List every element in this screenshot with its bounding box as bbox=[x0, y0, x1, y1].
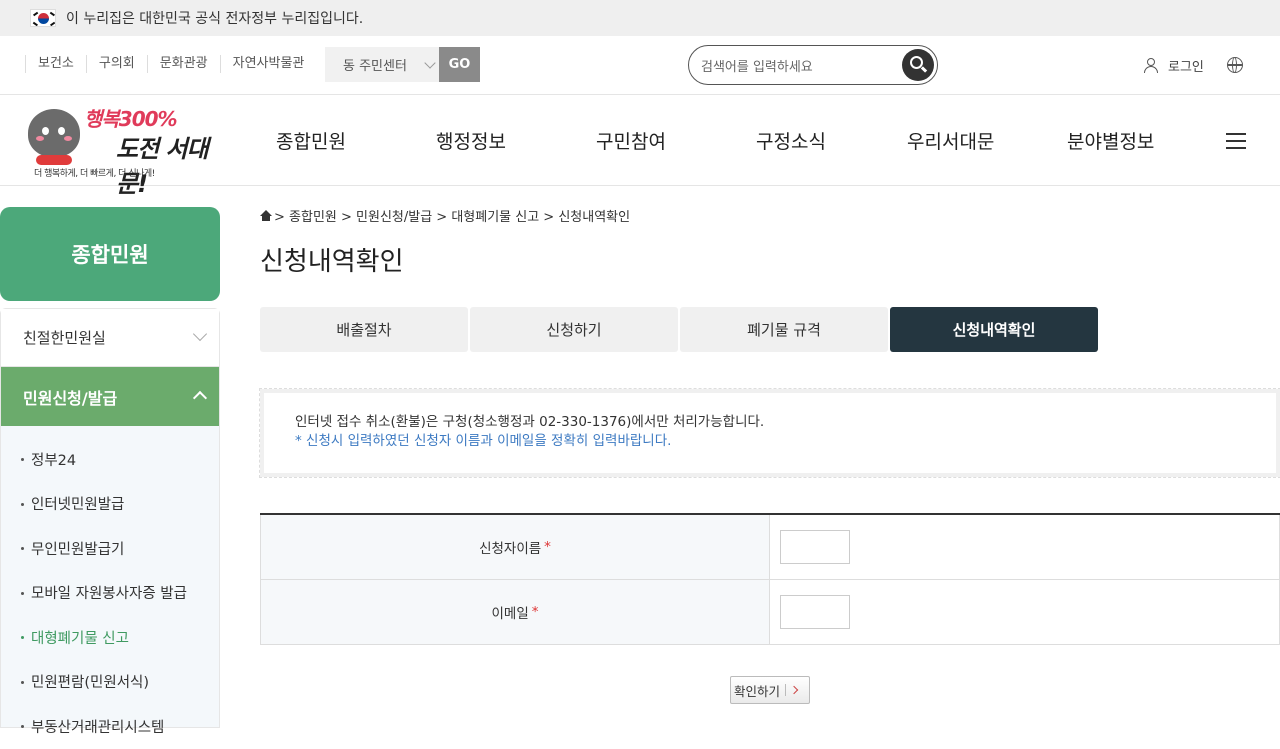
gnb-item-admin[interactable]: 행정정보 bbox=[436, 127, 506, 154]
logo-text-2: 도전 서대문! bbox=[116, 135, 209, 198]
applicant-name-input[interactable] bbox=[780, 530, 850, 564]
tab-spec[interactable]: 폐기물 규격 bbox=[680, 307, 888, 352]
breadcrumb: > 종합민원 > 민원신청/발급 > 대형폐기물 신고 > 신청내역확인 bbox=[260, 206, 630, 225]
chevron-up-icon bbox=[192, 390, 208, 406]
form-row-name: 신청자이름 * bbox=[260, 515, 1280, 580]
gnb-item-participation[interactable]: 구민참여 bbox=[596, 127, 666, 154]
gov-banner: 이 누리집은 대한민국 공식 전자정부 누리집입니다. bbox=[0, 0, 1280, 36]
sidebar-item-kind-office[interactable]: 친절한민원실 bbox=[1, 309, 219, 367]
sidebar-subitem-internet[interactable]: 인터넷민원발급 bbox=[19, 482, 187, 527]
tab-bar: 배출절차 신청하기 폐기물 규격 신청내역확인 bbox=[260, 307, 1100, 352]
util-link-health[interactable]: 보건소 bbox=[25, 55, 86, 73]
sidebar-subitem-kiosk[interactable]: 무인민원발급기 bbox=[19, 526, 187, 571]
search-button[interactable] bbox=[902, 49, 934, 81]
tab-history[interactable]: 신청내역확인 bbox=[890, 307, 1098, 352]
globe-icon[interactable] bbox=[1227, 57, 1243, 73]
sidebar-sub-list: 정부24 인터넷민원발급 무인민원발급기 모바일 자원봉사자증 발급 대형폐기물… bbox=[19, 437, 187, 749]
logo-text-1: 행복300% bbox=[84, 107, 178, 131]
sidebar-subitem-bulky-waste[interactable]: 대형폐기물 신고 bbox=[19, 615, 187, 660]
logo-tagline: 더 행복하게, 더 빠르게, 더 신나게! bbox=[34, 169, 155, 179]
menu-icon[interactable] bbox=[1226, 133, 1246, 149]
lookup-form: 신청자이름 * 이메일 * bbox=[260, 513, 1280, 645]
confirm-label: 확인하기 bbox=[734, 683, 781, 699]
util-link-museum[interactable]: 자연사박물관 bbox=[219, 55, 317, 73]
name-label-cell: 신청자이름 * bbox=[260, 515, 770, 579]
sidebar-subitem-forms[interactable]: 민원편람(민원서식) bbox=[19, 660, 187, 705]
breadcrumb-path: > 종합민원 > 민원신청/발급 > 대형폐기물 신고 > 신청내역확인 bbox=[274, 210, 631, 225]
util-link-culture[interactable]: 문화관광 bbox=[146, 55, 220, 73]
search-input[interactable]: 검색어를 입력하세요 bbox=[701, 56, 813, 75]
sidebar-item-label: 민원신청/발급 bbox=[23, 388, 118, 408]
chevron-right-icon bbox=[789, 685, 799, 695]
chevron-down-icon bbox=[424, 57, 436, 69]
page-title: 신청내역확인 bbox=[260, 247, 404, 277]
user-icon bbox=[1144, 58, 1158, 73]
email-label-cell: 이메일 * bbox=[260, 580, 770, 644]
notice-line-2: * 신청시 입력하였던 신청자 이름과 이메일을 정확히 입력바랍니다. bbox=[295, 433, 672, 449]
dong-select-value: 동 주민센터 bbox=[343, 59, 407, 74]
sidebar-item-application[interactable]: 민원신청/발급 bbox=[1, 367, 219, 426]
sidebar-title: 종합민원 bbox=[0, 207, 220, 301]
sidebar: 친절한민원실 민원신청/발급 정부24 인터넷민원발급 무인민원발급기 모바일 … bbox=[0, 308, 220, 736]
sidebar-subitem-gov24[interactable]: 정부24 bbox=[19, 437, 187, 482]
sidebar-subitem-volunteer[interactable]: 모바일 자원봉사자증 발급 bbox=[19, 571, 187, 616]
sidebar-subitem-realestate[interactable]: 부동산거래관리시스템 bbox=[19, 704, 187, 749]
dong-center-select[interactable]: 동 주민센터 bbox=[325, 47, 439, 82]
korea-flag-icon bbox=[30, 9, 56, 27]
email-input[interactable] bbox=[780, 595, 850, 629]
utility-bar: 보건소 구의회 문화관광 자연사박물관 동 주민센터 GO 검색어를 입력하세요… bbox=[0, 36, 1280, 95]
utility-links: 보건소 구의회 문화관광 자연사박물관 bbox=[25, 55, 316, 73]
site-logo[interactable]: 행복300% 도전 서대문! 더 행복하게, 더 빠르게, 더 신나게! bbox=[26, 103, 216, 198]
util-link-council[interactable]: 구의회 bbox=[85, 55, 147, 73]
name-label: 신청자이름 bbox=[479, 541, 542, 557]
chevron-down-icon bbox=[192, 326, 208, 342]
login-label: 로그인 bbox=[1168, 60, 1204, 75]
tab-apply[interactable]: 신청하기 bbox=[470, 307, 678, 352]
confirm-button[interactable]: 확인하기 bbox=[730, 676, 810, 704]
go-button[interactable]: GO bbox=[439, 47, 480, 82]
notice-line-1: 인터넷 접수 취소(환불)은 구청(청소행정과 02-330-1376)에서만 … bbox=[295, 414, 765, 430]
tab-procedure[interactable]: 배출절차 bbox=[260, 307, 468, 352]
email-label: 이메일 bbox=[491, 606, 529, 622]
name-input-cell bbox=[770, 515, 1280, 579]
required-mark: * bbox=[531, 604, 539, 620]
gnb-item-civil[interactable]: 종합민원 bbox=[276, 127, 346, 154]
main-navigation: 행복300% 도전 서대문! 더 행복하게, 더 빠르게, 더 신나게! 종합민… bbox=[0, 95, 1280, 198]
gov-banner-text: 이 누리집은 대한민국 공식 전자정부 누리집입니다. bbox=[66, 11, 364, 27]
search-box[interactable]: 검색어를 입력하세요 bbox=[688, 45, 938, 85]
gnb-item-seodaemun[interactable]: 우리서대문 bbox=[907, 127, 994, 154]
sidebar-item-label: 친절한민원실 bbox=[23, 329, 106, 347]
login-link[interactable]: 로그인 bbox=[1144, 56, 1204, 75]
gnb-item-news[interactable]: 구정소식 bbox=[756, 127, 826, 154]
required-mark: * bbox=[544, 539, 551, 555]
form-row-email: 이메일 * bbox=[260, 580, 1280, 645]
email-input-cell bbox=[770, 580, 1280, 644]
notice-box: 인터넷 접수 취소(환불)은 구청(청소행정과 02-330-1376)에서만 … bbox=[259, 388, 1280, 478]
gnb-item-fields[interactable]: 분야별정보 bbox=[1067, 127, 1154, 154]
home-icon[interactable] bbox=[260, 210, 272, 221]
mascot-icon bbox=[28, 109, 80, 157]
